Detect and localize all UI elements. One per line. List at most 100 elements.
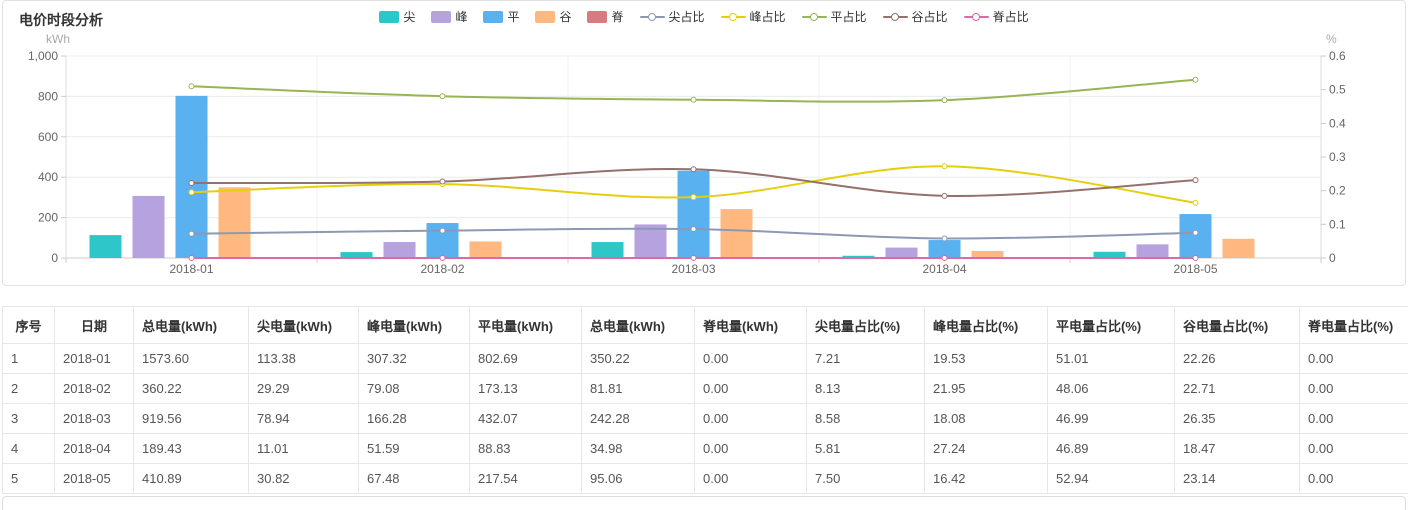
table-cell: 0.00 [695,464,807,494]
bar-series-3[interactable] [219,187,1255,258]
chart-canvas[interactable]: 02004006008001,00000.10.20.30.40.50.6kWh… [3,1,1406,286]
bar[interactable] [1137,244,1169,258]
right-axis-tick-label: 0.4 [1329,116,1346,130]
legend-item-bar-2[interactable]: 平 [483,8,519,25]
bar[interactable] [592,242,624,258]
legend-item-bar-0[interactable]: 尖 [379,8,415,25]
data-point-marker[interactable] [189,231,194,236]
table-cell: 11.01 [249,434,359,464]
data-point-marker[interactable] [942,98,947,103]
table-cell: 27.24 [925,434,1048,464]
bar[interactable] [972,251,1004,258]
data-point-marker[interactable] [189,84,194,89]
data-point-marker[interactable] [942,164,947,169]
legend-item-line-1[interactable]: 峰占比 [721,8,786,25]
chart-legend: 尖峰平谷 脊 尖占比峰占比平占比谷占比脊占比 [3,8,1405,25]
table-cell: 0.00 [1300,404,1408,434]
data-point-marker[interactable] [440,94,445,99]
legend-item-line-4[interactable]: 脊占比 [964,8,1029,25]
legend-label: 脊 [611,8,623,25]
table-cell: 67.48 [359,464,470,494]
table-cell: 29.29 [249,374,359,404]
table-cell: 7.21 [807,344,925,374]
legend-bar-swatch-icon [431,11,451,23]
x-axis-label: 2018-01 [169,262,213,276]
bar-series-1[interactable] [133,196,1169,258]
table-cell: 2018-05 [55,464,134,494]
table-row: 32018-03919.5678.94166.28432.07242.280.0… [3,404,1408,434]
data-point-marker[interactable] [1193,178,1198,183]
table-cell: 7.50 [807,464,925,494]
data-table: 序号日期总电量(kWh)尖电量(kWh)峰电量(kWh)平电量(kWh)总电量(… [2,306,1408,494]
table-cell: 78.94 [249,404,359,434]
legend-label: 尖占比 [669,8,705,25]
left-axis-tick-label: 800 [38,89,58,103]
data-point-marker[interactable] [1193,256,1198,261]
bar[interactable] [219,187,251,258]
table-cell: 46.89 [1048,434,1175,464]
bar[interactable] [678,171,710,258]
bar[interactable] [133,196,165,258]
right-axis-tick-label: 0.2 [1329,184,1346,198]
data-point-marker[interactable] [691,195,696,200]
table-cell: 8.13 [807,374,925,404]
table-cell: 350.22 [582,344,695,374]
legend-item-bar-4[interactable]: 脊 [587,8,623,25]
table-cell: 26.35 [1175,404,1300,434]
table-cell: 5 [3,464,55,494]
bar[interactable] [1223,239,1255,258]
column-header-12: 脊电量占比(%) [1300,307,1408,344]
bar[interactable] [384,242,416,258]
data-point-marker[interactable] [1193,230,1198,235]
right-axis-tick-label: 0.1 [1329,217,1346,231]
data-point-marker[interactable] [1193,200,1198,205]
table-cell: 22.71 [1175,374,1300,404]
legend-bar-swatch-icon [379,11,399,23]
data-point-marker[interactable] [189,181,194,186]
bar[interactable] [721,209,753,258]
table-cell: 0.00 [695,374,807,404]
column-header-1: 日期 [55,307,134,344]
data-point-marker[interactable] [691,97,696,102]
data-point-marker[interactable] [440,179,445,184]
table-cell: 0.00 [695,344,807,374]
data-point-marker[interactable] [189,256,194,261]
column-header-7: 脊电量(kWh) [695,307,807,344]
bar[interactable] [470,241,502,258]
data-point-marker[interactable] [691,227,696,232]
legend-item-line-0[interactable]: 尖占比 [640,8,705,25]
table-cell: 23.14 [1175,464,1300,494]
legend-item-line-3[interactable]: 谷占比 [883,8,948,25]
data-point-marker[interactable] [440,228,445,233]
data-point-marker[interactable] [691,167,696,172]
line-series-4[interactable] [189,256,1198,261]
legend-item-bar-1[interactable]: 峰 [431,8,467,25]
legend-bar-swatch-icon [587,11,607,23]
data-point-marker[interactable] [1193,77,1198,82]
legend-label: 尖 [403,8,415,25]
data-point-marker[interactable] [440,256,445,261]
bar[interactable] [886,248,918,258]
table-cell: 2018-01 [55,344,134,374]
data-point-marker[interactable] [942,193,947,198]
bar[interactable] [90,235,122,258]
right-axis-tick-label: 0.6 [1329,49,1346,63]
table-cell: 360.22 [134,374,249,404]
column-header-6: 总电量(kWh) [582,307,695,344]
data-point-marker[interactable] [691,256,696,261]
bar[interactable] [1180,214,1212,258]
table-cell: 52.94 [1048,464,1175,494]
legend-item-line-2[interactable]: 平占比 [802,8,867,25]
line-series-2[interactable] [189,77,1198,102]
data-point-marker[interactable] [942,256,947,261]
table-cell: 189.43 [134,434,249,464]
table-wrap: 序号日期总电量(kWh)尖电量(kWh)峰电量(kWh)平电量(kWh)总电量(… [2,306,1406,494]
legend-item-bar-3[interactable]: 谷 [535,8,571,25]
data-point-marker[interactable] [942,236,947,241]
column-header-3: 尖电量(kWh) [249,307,359,344]
data-point-marker[interactable] [189,190,194,195]
table-cell: 410.89 [134,464,249,494]
table-cell: 3 [3,404,55,434]
table-cell: 1 [3,344,55,374]
table-cell: 2 [3,374,55,404]
